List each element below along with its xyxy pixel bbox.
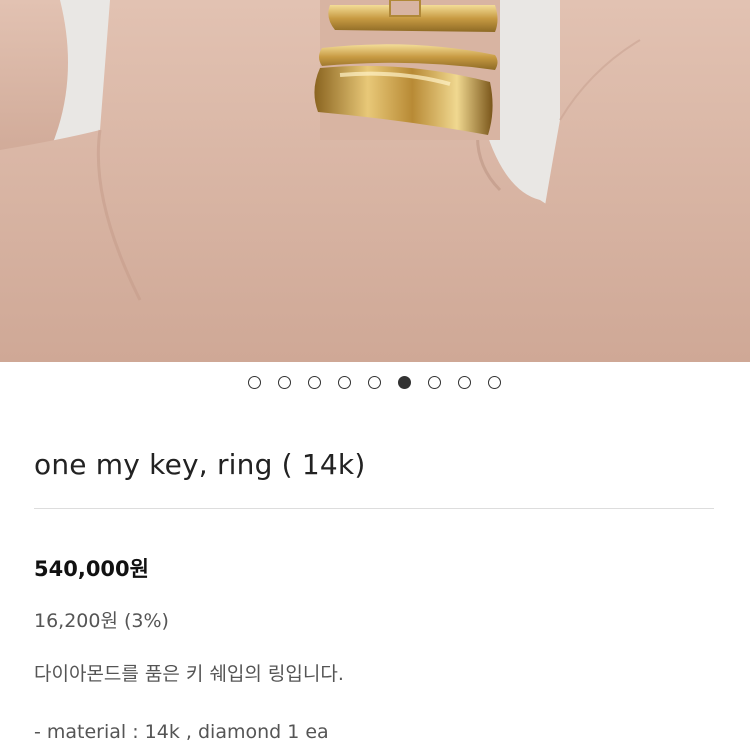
- carousel-dot-9[interactable]: [488, 376, 501, 389]
- carousel-dot-8[interactable]: [458, 376, 471, 389]
- carousel-pagination: [0, 375, 750, 393]
- carousel-dot-5[interactable]: [368, 376, 381, 389]
- product-detail-page: one my key, ring ( 14k) 540,000원 16,200원…: [0, 0, 750, 750]
- carousel-dot-7[interactable]: [428, 376, 441, 389]
- product-title: one my key, ring ( 14k): [34, 448, 366, 481]
- product-image[interactable]: [0, 0, 750, 362]
- product-price: 540,000원: [34, 557, 149, 581]
- carousel-dot-6-active[interactable]: [398, 376, 411, 389]
- divider: [34, 508, 714, 509]
- product-material: - material : 14k , diamond 1 ea: [34, 721, 329, 743]
- ring-photo: [0, 0, 750, 362]
- carousel-dot-4[interactable]: [338, 376, 351, 389]
- product-description: 다이아몬드를 품은 키 쉐입의 링입니다.: [34, 663, 344, 685]
- carousel-dot-3[interactable]: [308, 376, 321, 389]
- carousel-dot-1[interactable]: [248, 376, 261, 389]
- reward-points: 16,200원 (3%): [34, 610, 169, 632]
- carousel-dot-2[interactable]: [278, 376, 291, 389]
